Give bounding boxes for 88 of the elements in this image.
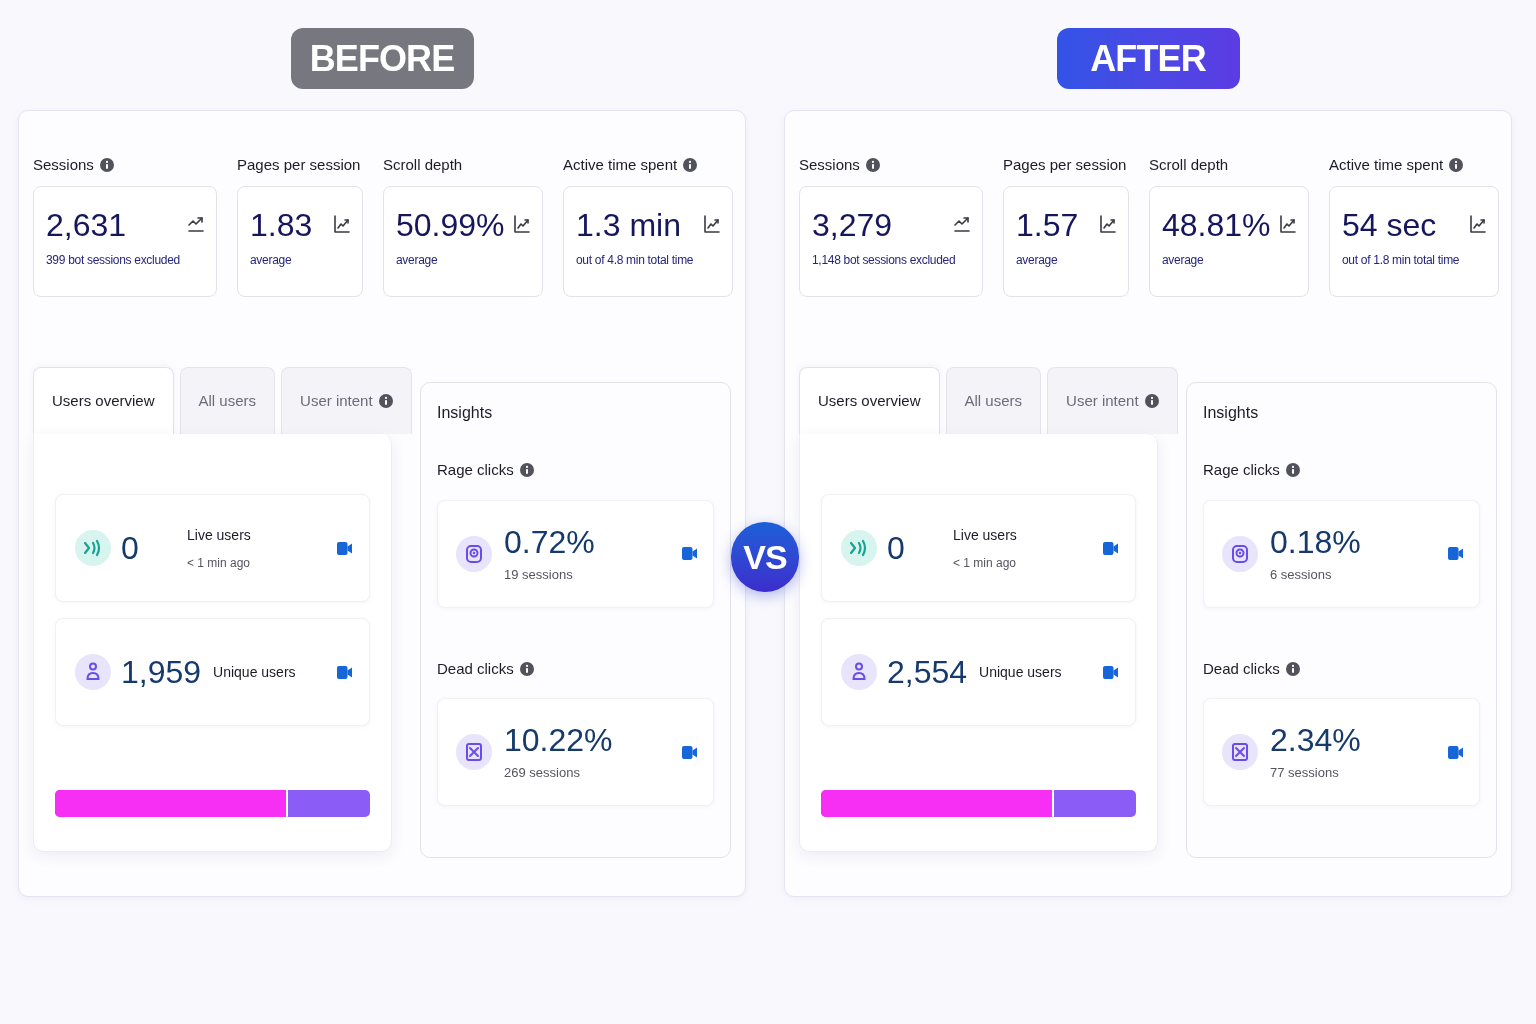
metric-note: 399 bot sessions excluded (46, 252, 181, 269)
user-stat-label: Unique users (213, 662, 296, 682)
metric-label: Sessions (799, 154, 860, 175)
insights-title: Insights (437, 403, 494, 423)
video-camera-icon[interactable] (1448, 546, 1463, 561)
metric-label: Scroll depth (1149, 154, 1229, 175)
last-seen-time: < 1 min ago (953, 554, 1017, 572)
line-chart-icon[interactable] (704, 215, 720, 233)
metric-value: 54 sec (1342, 206, 1437, 245)
metric-note: average (1162, 252, 1205, 269)
insight-label: Dead clicks (1203, 658, 1280, 679)
info-icon[interactable] (378, 394, 393, 408)
user-stat-label: Unique users (979, 662, 1062, 682)
line-chart-icon[interactable] (1470, 215, 1486, 233)
person-icon (75, 654, 111, 690)
info-icon[interactable] (1449, 158, 1464, 172)
insight-value: 0.18% (1270, 522, 1361, 561)
insight-value: 10.22% (504, 721, 613, 760)
metric-note: 1,148 bot sessions excluded (812, 252, 957, 269)
video-camera-icon[interactable] (682, 744, 697, 760)
user-stat-label: Live users (953, 525, 1017, 545)
tab[interactable]: Users overview (799, 367, 940, 434)
user-count: 2,554 (887, 653, 968, 692)
video-camera-icon[interactable] (682, 546, 697, 561)
metric-value: 50.99% (396, 206, 505, 245)
metric-note: out of 4.8 min total time (576, 252, 695, 269)
metric-label: Sessions (33, 154, 94, 175)
metric-label: Pages per session (237, 154, 361, 175)
info-icon[interactable] (865, 158, 880, 172)
user-count: 0 (887, 529, 906, 568)
video-camera-icon[interactable] (1103, 540, 1118, 556)
user-stat-label: Live users (187, 525, 251, 545)
insights-title: Insights (1203, 403, 1260, 423)
session-count: 6 sessions (1270, 565, 1333, 584)
line-chart-icon[interactable] (514, 215, 530, 233)
insight-label: Dead clicks (437, 658, 514, 679)
metric-note: out of 1.8 min total time (1342, 252, 1461, 269)
metric-label: Active time spent (1329, 154, 1444, 175)
crossed-frame-icon (1222, 734, 1258, 770)
person-icon (841, 654, 877, 690)
info-icon[interactable] (519, 463, 534, 478)
crossed-frame-icon (456, 734, 492, 770)
info-icon[interactable] (1144, 394, 1159, 408)
insight-label: Rage clicks (1203, 460, 1280, 480)
video-camera-icon[interactable] (1448, 744, 1463, 760)
session-count: 269 sessions (504, 764, 581, 783)
info-icon[interactable] (519, 661, 534, 676)
metric-label: Pages per session (1003, 154, 1127, 175)
tab[interactable]: All users (945, 367, 1042, 434)
comparison-badge: AFTER (1056, 28, 1240, 89)
user-count: 1,959 (121, 653, 202, 692)
metric-label: Scroll depth (383, 154, 463, 175)
last-seen-time: < 1 min ago (187, 554, 251, 572)
insight-label: Rage clicks (437, 460, 514, 480)
video-camera-icon[interactable] (337, 540, 352, 556)
tab[interactable]: Users overview (33, 367, 174, 434)
info-icon[interactable] (99, 158, 114, 172)
video-camera-icon[interactable] (1103, 664, 1118, 680)
target-icon (456, 535, 492, 572)
target-icon (1222, 535, 1258, 572)
comparison-badge: BEFORE (290, 28, 474, 89)
metric-value: 48.81% (1162, 206, 1271, 245)
line-chart-icon[interactable] (334, 215, 350, 233)
metric-value: 1.83 (250, 206, 313, 245)
session-count: 19 sessions (504, 565, 574, 584)
insight-value: 2.34% (1270, 721, 1361, 760)
tab[interactable]: All users (179, 367, 276, 434)
metric-note: average (1016, 252, 1059, 269)
info-icon[interactable] (1285, 661, 1300, 676)
live-signal-icon (841, 530, 877, 566)
metric-value: 2,631 (46, 206, 127, 245)
user-count: 0 (121, 529, 140, 568)
session-count: 77 sessions (1270, 764, 1340, 783)
live-signal-icon (75, 530, 111, 566)
info-icon[interactable] (683, 158, 698, 172)
insight-value: 0.72% (504, 522, 595, 561)
line-chart-icon[interactable] (1100, 215, 1116, 233)
metric-note: average (396, 252, 439, 269)
info-icon[interactable] (1285, 463, 1300, 478)
metric-value: 1.3 min (576, 206, 681, 245)
line-chart-icon[interactable] (1280, 215, 1296, 233)
metric-value: 3,279 (812, 206, 893, 245)
metric-value: 1.57 (1016, 206, 1079, 245)
metric-note: average (250, 252, 293, 269)
tab[interactable]: User intent (1047, 367, 1178, 434)
tab[interactable]: User intent (281, 367, 412, 434)
metric-label: Active time spent (563, 154, 678, 175)
video-camera-icon[interactable] (337, 664, 352, 680)
